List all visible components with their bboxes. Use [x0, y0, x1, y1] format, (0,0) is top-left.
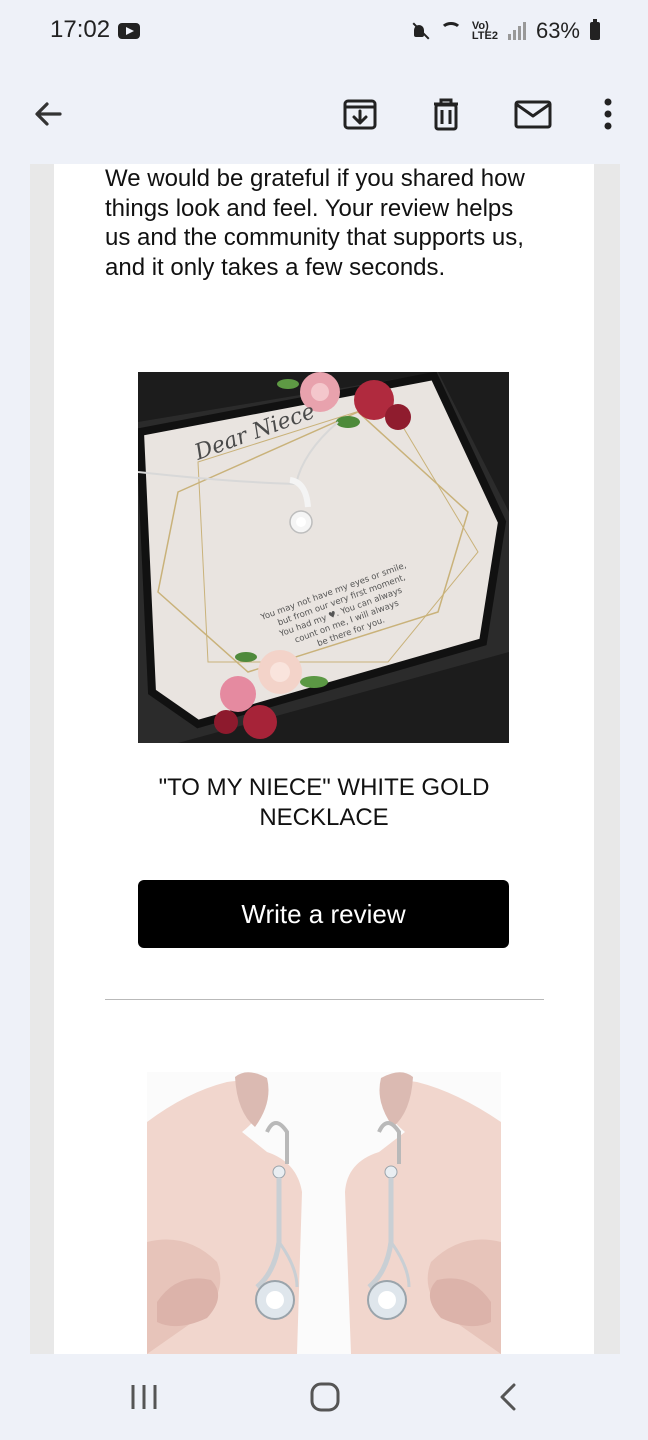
write-review-button[interactable]: Write a review: [138, 880, 509, 948]
back-button[interactable]: [20, 86, 76, 142]
status-bar: 17:02 Vo) LTE2 63%: [0, 0, 648, 64]
home-icon: [310, 1382, 340, 1412]
earrings-product-image[interactable]: [147, 1072, 501, 1354]
product-title: "TO MY NIECE" WHITE GOLD NECKLACE: [158, 774, 490, 831]
mark-unread-button[interactable]: [505, 86, 561, 142]
more-options-button[interactable]: [580, 86, 636, 142]
recent-apps-button[interactable]: [114, 1372, 174, 1422]
email-toolbar: [0, 64, 648, 164]
email-body[interactable]: We would be grateful if you shared how t…: [30, 164, 620, 1354]
youtube-icon: [118, 23, 140, 39]
email-card: We would be grateful if you shared how t…: [54, 164, 594, 1354]
home-button[interactable]: [295, 1372, 355, 1422]
more-vert-icon: [604, 98, 612, 130]
lte-label: Vo) LTE2: [471, 20, 498, 42]
back-arrow-icon: [35, 102, 62, 126]
mute-icon: [412, 22, 430, 40]
trash-icon: [434, 98, 458, 131]
signal-icon: [507, 22, 526, 40]
delete-button[interactable]: [418, 86, 474, 142]
status-icons: Vo) LTE2 63%: [412, 18, 600, 44]
wifi-icon: [439, 22, 462, 40]
archive-icon: [343, 99, 377, 130]
system-nav-bar: [0, 1354, 648, 1440]
archive-button[interactable]: [332, 86, 388, 142]
mail-icon: [514, 100, 552, 129]
back-icon: [500, 1383, 516, 1411]
necklace-product-image[interactable]: Dear Niece You may not have my eyes or s…: [138, 372, 509, 743]
battery-percent: 63%: [535, 18, 580, 43]
earrings-illustration: [147, 1072, 501, 1354]
battery-icon: [590, 19, 600, 40]
necklace-illustration: Dear Niece You may not have my eyes or s…: [138, 372, 509, 743]
nav-back-button[interactable]: [478, 1372, 538, 1422]
recent-apps-icon: [131, 1385, 157, 1409]
status-time: 17:02: [50, 16, 111, 43]
divider: [105, 999, 544, 1000]
review-request-text: We would be grateful if you shared how t…: [105, 165, 525, 281]
